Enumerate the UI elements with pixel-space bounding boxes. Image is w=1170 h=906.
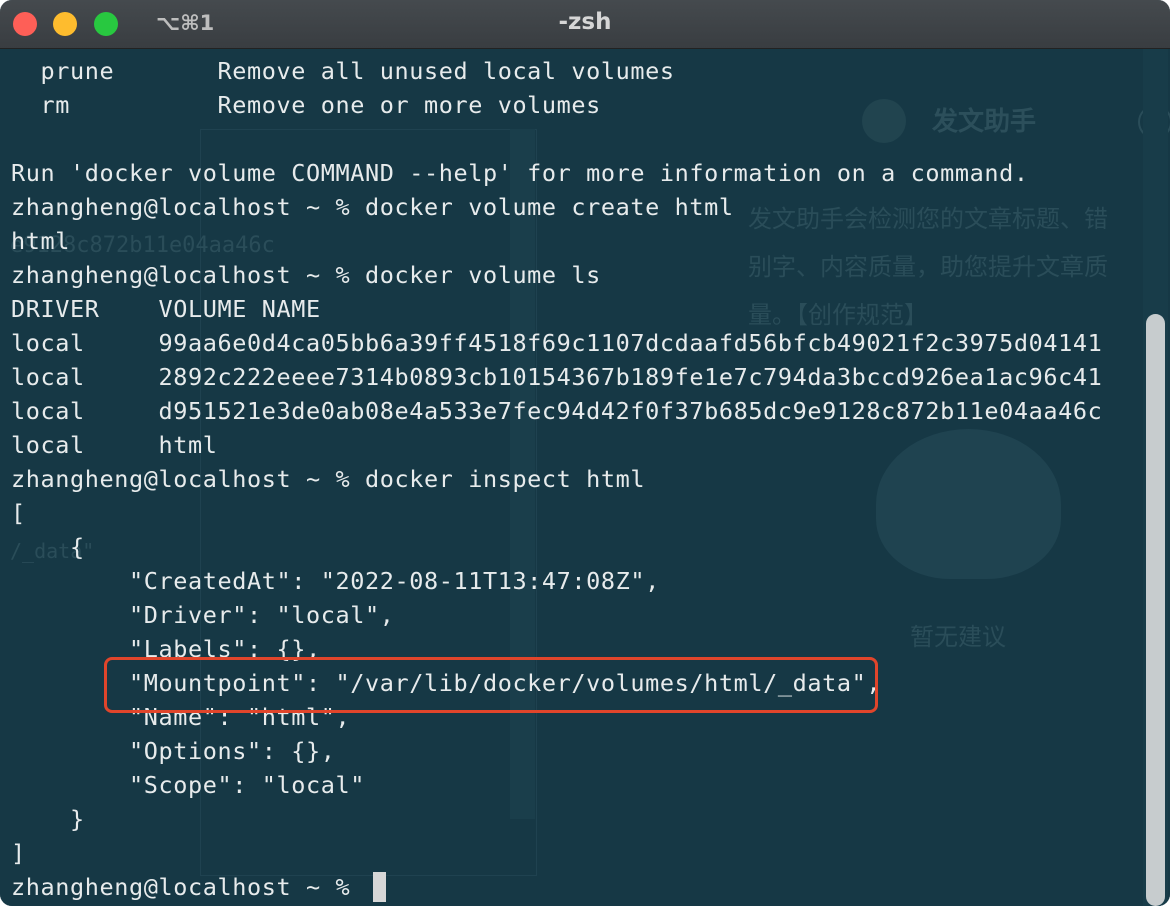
output-line: zhangheng@localhost ~ % docker volume cr…: [11, 193, 734, 221]
shell-prompt: zhangheng@localhost ~ %: [11, 873, 365, 901]
terminal-content[interactable]: 发文助手 发文助手会检测您的文章标题、错 别字、内容质量，助您提升文章质 量。【…: [0, 49, 1170, 906]
output-line: "CreatedAt": "2022-08-11T13:47:08Z",: [11, 567, 660, 595]
output-line: local html: [11, 431, 218, 459]
prompt-line[interactable]: zhangheng@localhost ~ %: [11, 870, 1161, 904]
output-line: local d951521e3de0ab08e4a533e7fec94d42f0…: [11, 397, 1103, 425]
output-line: "Options": {},: [11, 737, 336, 765]
output-line: local 99aa6e0d4ca05bb6a39ff4518f69c1107d…: [11, 329, 1103, 357]
terminal-window: ⌥⌘1 -zsh 发文助手 发文助手会检测您的文章标题、错 别字、内容质量，助您…: [0, 0, 1170, 906]
text-cursor: [372, 871, 386, 902]
mountpoint-highlight-box: [104, 657, 878, 713]
output-line: "Driver": "local",: [11, 601, 395, 629]
output-line: [: [11, 499, 26, 527]
output-line: DRIVER VOLUME NAME: [11, 295, 321, 323]
output-line: }: [11, 805, 85, 833]
title-bar[interactable]: ⌥⌘1 -zsh: [0, 0, 1170, 49]
output-line: {: [11, 533, 85, 561]
window-title: -zsh: [558, 9, 612, 35]
scrollbar-thumb[interactable]: [1146, 314, 1165, 906]
output-line: "Scope": "local": [11, 771, 365, 799]
output-line: local 2892c222eeee7314b0893cb10154367b18…: [11, 363, 1103, 391]
output-line: prune Remove all unused local volumes: [11, 57, 675, 85]
output-line: Run 'docker volume COMMAND --help' for m…: [11, 159, 1029, 187]
output-line: zhangheng@localhost ~ % docker volume ls: [11, 261, 601, 289]
output-line: html: [11, 227, 70, 255]
output-line: ]: [11, 839, 26, 867]
terminal-output[interactable]: prune Remove all unused local volumes rm…: [0, 54, 1161, 904]
output-line: zhangheng@localhost ~ % docker inspect h…: [11, 465, 646, 493]
output-line: rm Remove one or more volumes: [11, 91, 601, 119]
